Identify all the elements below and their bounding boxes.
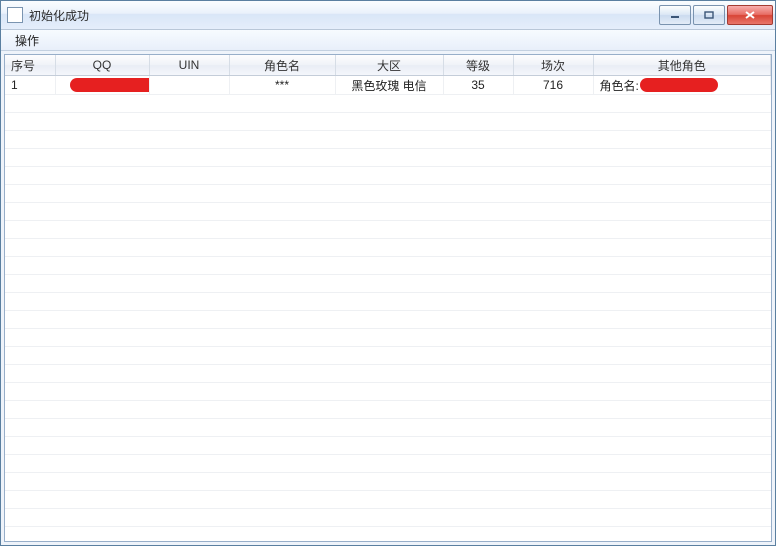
redaction-mark <box>640 78 718 92</box>
cell-uin <box>149 76 229 95</box>
content-area: 序号 QQ UIN 角色名 大区 等级 场次 其他角色 1 <box>4 54 772 542</box>
window-controls <box>659 5 773 25</box>
maximize-icon <box>704 11 714 19</box>
other-roles-label: 角色名: <box>600 79 639 93</box>
col-seq[interactable]: 序号 <box>5 55 55 76</box>
cell-qq <box>55 76 149 95</box>
app-icon <box>7 7 23 23</box>
col-uin[interactable]: UIN <box>149 55 229 76</box>
col-qq[interactable]: QQ <box>55 55 149 76</box>
redaction-mark <box>70 78 150 92</box>
menubar: 操作 <box>1 30 775 51</box>
table-row[interactable]: 1 *** 黑色玫瑰 电信 35 716 角色名: <box>5 76 771 95</box>
cell-level: 35 <box>443 76 513 95</box>
titlebar[interactable]: 初始化成功 <box>1 1 775 30</box>
grid-background <box>5 95 771 541</box>
col-other-roles[interactable]: 其他角色 <box>593 55 771 76</box>
minimize-button[interactable] <box>659 5 691 25</box>
app-window: 初始化成功 操作 <box>0 0 776 546</box>
cell-seq: 1 <box>5 76 55 95</box>
close-icon <box>744 10 756 20</box>
col-role-name[interactable]: 角色名 <box>229 55 335 76</box>
cell-role-name: *** <box>229 76 335 95</box>
col-matches[interactable]: 场次 <box>513 55 593 76</box>
minimize-icon <box>670 11 680 19</box>
data-table: 序号 QQ UIN 角色名 大区 等级 场次 其他角色 1 <box>5 55 771 95</box>
cell-zone: 黑色玫瑰 电信 <box>335 76 443 95</box>
col-level[interactable]: 等级 <box>443 55 513 76</box>
menu-operation[interactable]: 操作 <box>7 30 47 51</box>
close-button[interactable] <box>727 5 773 25</box>
table-header-row: 序号 QQ UIN 角色名 大区 等级 场次 其他角色 <box>5 55 771 76</box>
window-title: 初始化成功 <box>29 7 659 24</box>
col-zone[interactable]: 大区 <box>335 55 443 76</box>
cell-other-roles: 角色名: <box>593 76 771 95</box>
maximize-button[interactable] <box>693 5 725 25</box>
cell-matches: 716 <box>513 76 593 95</box>
